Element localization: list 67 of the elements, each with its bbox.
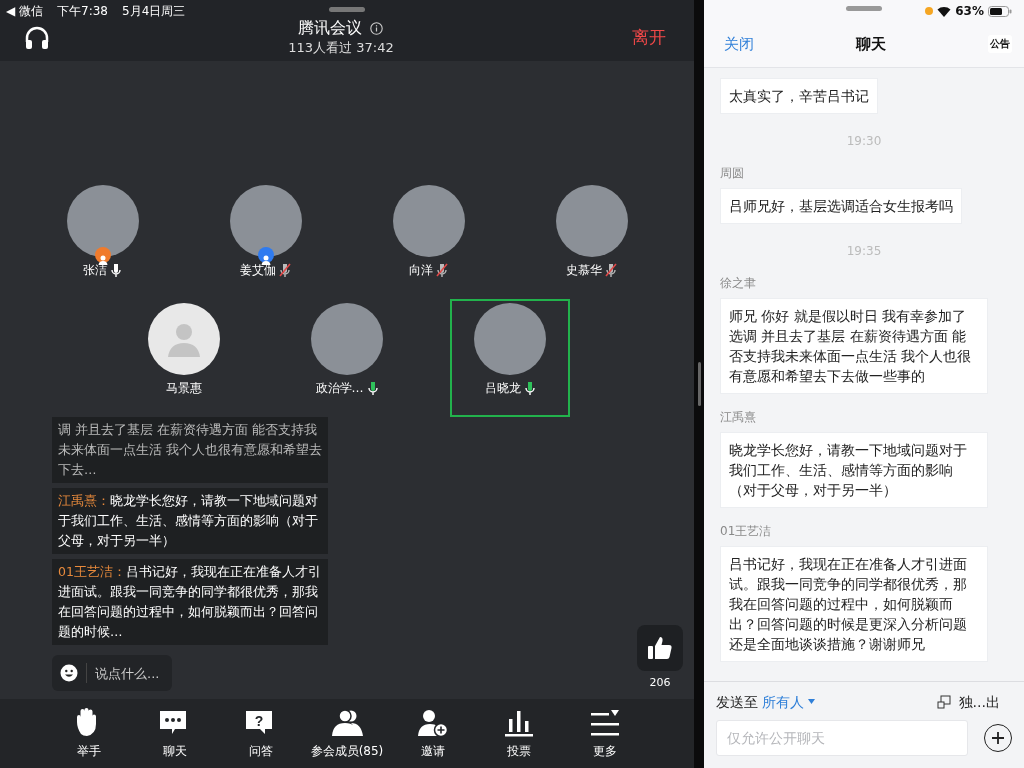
live-comment: 调 并且去了基层 在薪资待遇方面 能否支持我未来体面一点生活 我个人也很有意愿和希望去下去… bbox=[52, 417, 328, 484]
sender-name: 周圆 bbox=[720, 166, 744, 180]
question-bubble-button[interactable]: ? 问答 bbox=[218, 699, 304, 768]
add-person-button[interactable]: 邀请 bbox=[390, 699, 476, 768]
sender-name: 01王艺洁 bbox=[720, 524, 772, 538]
status-time: 下午7:38 bbox=[57, 3, 108, 18]
chat-title: 聊天 bbox=[856, 33, 886, 55]
meeting-title: 腾讯会议 bbox=[298, 18, 363, 38]
participant-name: 政治学… bbox=[315, 380, 364, 398]
send-to-label: 发送至 bbox=[716, 692, 758, 712]
participant-name: 马景惠 bbox=[166, 380, 202, 398]
participant-tile[interactable]: 向洋 bbox=[368, 181, 489, 300]
menu-icon bbox=[589, 707, 621, 738]
view-count-and-duration: 113人看过 37:42 bbox=[288, 39, 394, 57]
participant-tile[interactable]: 史慕华 bbox=[531, 181, 652, 300]
bar-chart-button[interactable]: 投票 bbox=[476, 699, 562, 768]
participant-tile[interactable]: 政治学… bbox=[287, 299, 407, 418]
add-person-icon bbox=[417, 707, 449, 738]
chat-message: 太真实了，辛苦吕书记 bbox=[720, 78, 878, 114]
participant-name: 姜艾伽 bbox=[240, 262, 276, 280]
like-count: 206 bbox=[648, 674, 672, 691]
caret-icon bbox=[808, 699, 815, 705]
headphones-icon[interactable] bbox=[24, 25, 50, 50]
message-timestamp: 19:30 bbox=[846, 134, 882, 148]
notice-button[interactable]: 公告 bbox=[988, 35, 1012, 53]
battery-icon bbox=[988, 5, 1012, 17]
sender-name: 徐之聿 bbox=[720, 276, 756, 290]
back-to-app-link[interactable]: ◀ 微信 bbox=[6, 2, 44, 18]
recording-dot-icon bbox=[925, 7, 934, 15]
drag-handle[interactable] bbox=[329, 7, 365, 12]
wifi-icon bbox=[937, 5, 952, 17]
live-comment: 江禹熹：晓龙学长您好，请教一下地域问题对于我们工作、生活、感情等方面的影响（对于父母，对于另一半） bbox=[52, 488, 328, 555]
drag-handle[interactable] bbox=[846, 6, 882, 11]
participant-name: 向洋 bbox=[409, 262, 433, 280]
participant-name: 张洁 bbox=[83, 262, 107, 280]
close-link[interactable]: 关闭 bbox=[724, 32, 754, 56]
leave-button[interactable]: 离开 bbox=[632, 25, 666, 51]
comment-input[interactable]: 说点什么... bbox=[52, 655, 172, 692]
popout-icon bbox=[936, 694, 951, 709]
popout-button[interactable]: 独…出 bbox=[936, 691, 1000, 712]
participant-tile[interactable]: 姜艾伽 bbox=[205, 181, 326, 300]
participant-name: 吕晓龙 bbox=[484, 380, 521, 398]
participant-name: 史慕华 bbox=[566, 262, 602, 280]
like-button[interactable] bbox=[637, 624, 683, 671]
chat-message: 吕书记好，我现在正在准备人才引进面试。跟我一同竞争的同学都很优秀，那我在回答问题的过程中，如何脱颖而出？回答问题的时候是更深入分析问题还是全面地谈谈措施？谢谢师兄 bbox=[720, 546, 988, 662]
people-button[interactable]: 参会成员(85) bbox=[304, 699, 390, 768]
message-timestamp: 19:35 bbox=[846, 244, 882, 258]
emoji-icon[interactable] bbox=[60, 664, 78, 683]
chat-input-field[interactable]: 仅允许公开聊天 bbox=[716, 720, 968, 756]
status-date: 5月4日周三 bbox=[122, 3, 186, 18]
people-icon bbox=[331, 707, 363, 738]
recipient-dropdown[interactable]: 所有人 bbox=[762, 691, 815, 712]
chat-message: 师兄 你好 就是假以时日 我有幸参加了选调 并且去了基层 在薪资待遇方面 能否支持我未来体面一点生活 我个人也很有意愿和希望去下去做一些事的 bbox=[720, 298, 988, 394]
info-icon[interactable] bbox=[370, 21, 384, 35]
chat-message: 吕师兄好，基层选调适合女生报考吗 bbox=[720, 188, 962, 224]
battery-percent: 63% bbox=[955, 3, 984, 20]
live-comment: 01王艺洁：吕书记好，我现在正在准备人才引进面试。跟我一同竞争的同学都很优秀，那我在回答问题的过程中，如何脱颖而出？回答问题的时候… bbox=[52, 559, 328, 646]
split-divider-handle[interactable] bbox=[697, 362, 701, 406]
plus-icon bbox=[991, 731, 1005, 745]
participant-tile[interactable]: 张洁 bbox=[42, 181, 163, 300]
chat-message: 晓龙学长您好，请教一下地域问题对于我们工作、生活、感情等方面的影响（对于父母，对于另一半） bbox=[720, 432, 988, 508]
sender-name: 江禹熹 bbox=[720, 410, 756, 424]
raised-hand-button[interactable]: 举手 bbox=[46, 699, 132, 768]
chat-bubble-button[interactable]: 聊天 bbox=[132, 699, 218, 768]
menu-button[interactable]: 更多 bbox=[562, 699, 648, 768]
selected-participant-frame[interactable]: 吕晓龙 bbox=[450, 299, 570, 418]
participant-tile[interactable]: 马景惠 bbox=[124, 299, 244, 418]
